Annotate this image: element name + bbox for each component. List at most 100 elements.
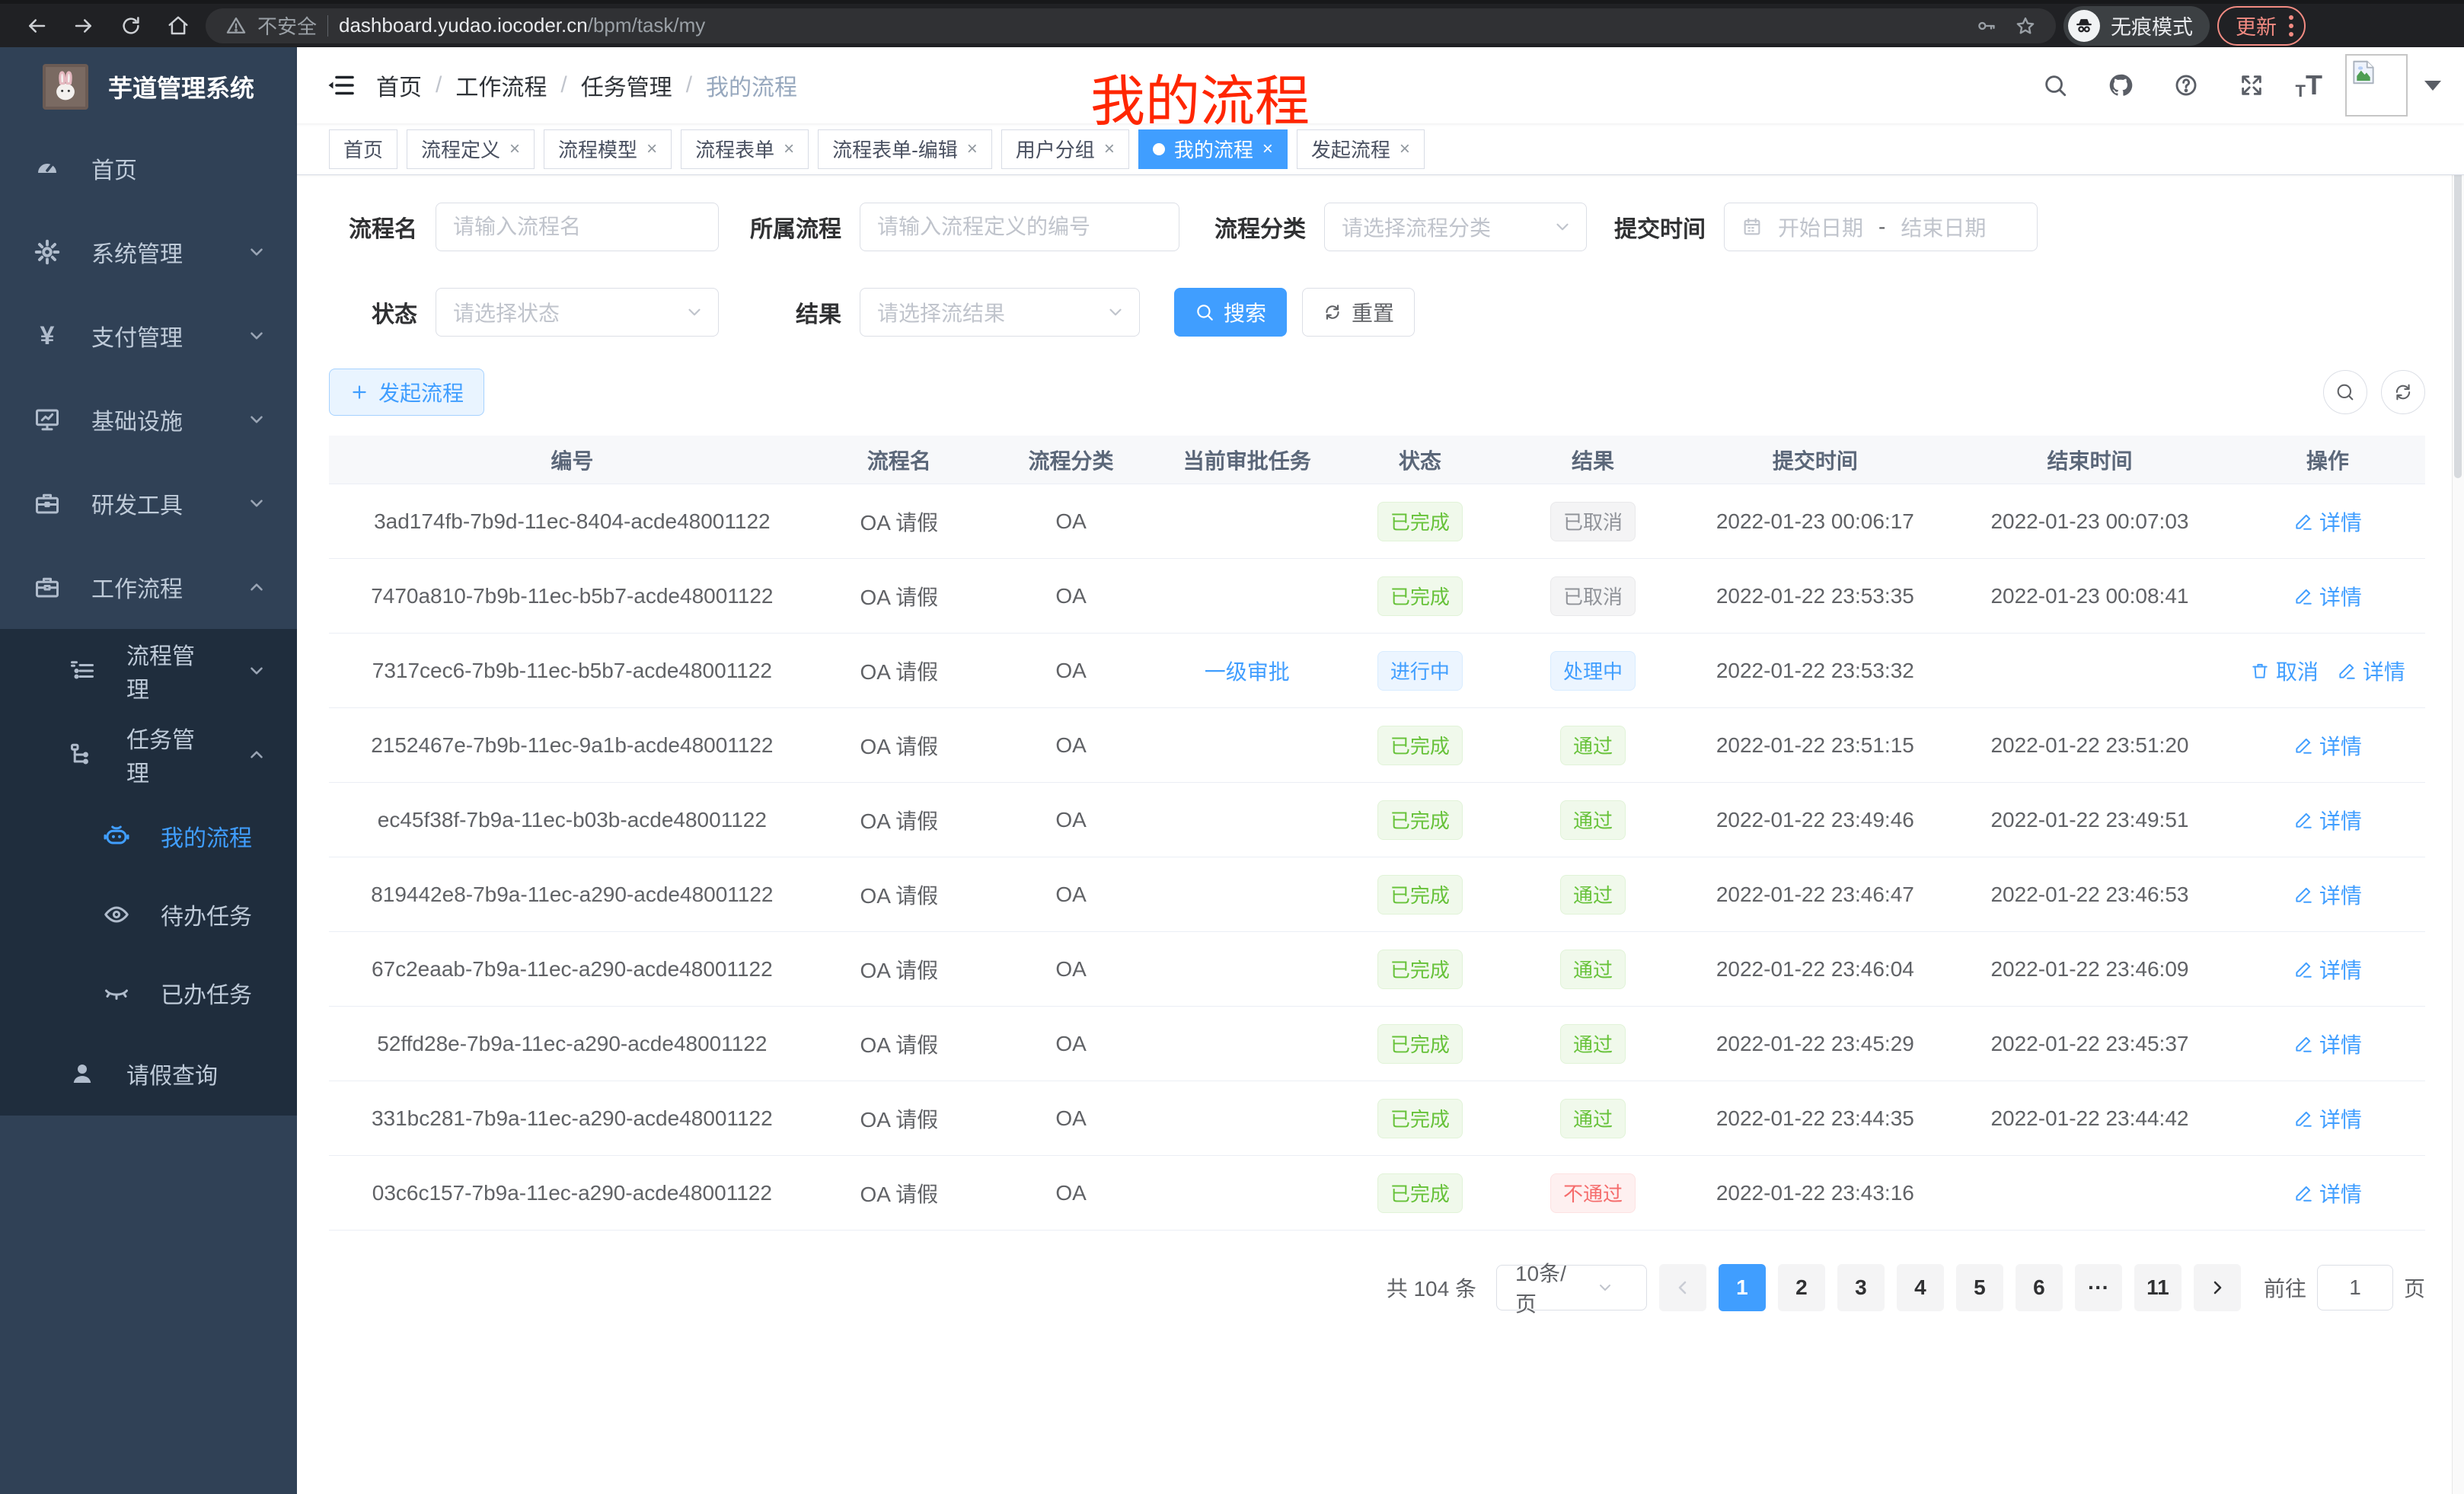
tab-home[interactable]: 首页 <box>329 129 397 169</box>
page-scrollbar[interactable] <box>2452 47 2464 1494</box>
sidebar-item-infra[interactable]: 基础设施 <box>0 378 297 461</box>
prev-page-button[interactable] <box>1659 1264 1706 1311</box>
close-icon[interactable]: × <box>967 140 978 158</box>
avatar[interactable] <box>2345 54 2441 117</box>
page-button-4[interactable]: 4 <box>1897 1264 1944 1311</box>
sidebar-item-process-mgmt[interactable]: 流程管理 <box>0 629 297 713</box>
submit-time-range-input[interactable]: 开始日期 - 结束日期 <box>1724 203 2038 251</box>
sidebar-item-leave-query[interactable]: 请假查询 <box>0 1032 297 1116</box>
detail-link[interactable]: 详情 <box>2293 581 2362 611</box>
url-bar[interactable]: 不安全 dashboard.yudao.iocoder.cn/bpm/task/… <box>206 8 2056 43</box>
app-logo[interactable]: 芋道管理系统 <box>0 47 297 126</box>
back-button[interactable] <box>17 6 56 46</box>
key-icon[interactable] <box>1975 15 1996 37</box>
result-badge: 通过 <box>1560 1024 1626 1064</box>
page-button-5[interactable]: 5 <box>1956 1264 2003 1311</box>
sidebar-item-pay[interactable]: ¥ 支付管理 <box>0 294 297 378</box>
tab-process-model[interactable]: 流程模型 × <box>544 129 672 169</box>
category-select[interactable]: 请选择流程分类 <box>1324 203 1587 251</box>
fullscreen-icon[interactable] <box>2230 64 2273 107</box>
tab-process-form-edit[interactable]: 流程表单-编辑× <box>818 129 992 169</box>
filter-row-1: 流程名 所属流程 流程分类 请选择流程分类 提交时间 开始日期 - 结束日期 <box>329 203 2425 251</box>
sidebar-item-todo-tasks[interactable]: 待办任务 <box>0 875 297 953</box>
update-button[interactable]: 更新 <box>2217 6 2306 46</box>
tab-label: 流程模型 <box>558 135 637 163</box>
collapse-sidebar-button[interactable] <box>317 61 365 110</box>
chevron-down-icon <box>247 242 267 262</box>
header-cell-end-time: 结束时间 <box>1949 445 2230 475</box>
table-refresh-button[interactable] <box>2381 370 2425 414</box>
result-select[interactable]: 请选择流结果 <box>860 288 1140 337</box>
detail-link[interactable]: 详情 <box>2293 730 2362 761</box>
chevron-down-icon[interactable] <box>2424 81 2441 91</box>
detail-link[interactable]: 详情 <box>2293 1029 2362 1059</box>
forward-button[interactable] <box>64 6 104 46</box>
github-icon[interactable] <box>2099 64 2142 107</box>
page-button-6[interactable]: 6 <box>2016 1264 2063 1311</box>
reset-button[interactable]: 重置 <box>1302 288 1415 337</box>
tab-process-form[interactable]: 流程表单× <box>681 129 809 169</box>
close-icon[interactable]: × <box>646 140 657 158</box>
chevron-down-icon <box>247 661 267 681</box>
process-name-label: 流程名 <box>329 210 436 244</box>
task-link[interactable]: 一级审批 <box>1205 656 1290 686</box>
cell-name: OA 请假 <box>815 730 983 761</box>
cancel-link[interactable]: 取消 <box>2250 656 2319 686</box>
sidebar-item-task-mgmt[interactable]: 任务管理 <box>0 713 297 796</box>
tabs-bar: 首页 流程定义× 流程模型 × 流程表单× 流程表单-编辑× 用户分组× 我的流程… <box>297 123 2464 175</box>
detail-link[interactable]: 详情 <box>2293 506 2362 537</box>
sidebar-item-devtools[interactable]: 研发工具 <box>0 461 297 545</box>
detail-link[interactable]: 详情 <box>2293 954 2362 985</box>
browser-menu-icon[interactable] <box>2289 15 2293 37</box>
sidebar-item-system[interactable]: 系统管理 <box>0 210 297 294</box>
tab-user-group[interactable]: 用户分组× <box>1001 129 1129 169</box>
status-select[interactable]: 请选择状态 <box>436 288 719 337</box>
search-icon[interactable] <box>2034 64 2076 107</box>
star-icon[interactable] <box>2015 15 2036 37</box>
sidebar-item-done-tasks[interactable]: 已办任务 <box>0 953 297 1032</box>
page-ellipsis[interactable]: ··· <box>2075 1264 2122 1311</box>
sidebar-item-home[interactable]: 首页 <box>0 126 297 210</box>
search-button[interactable]: 搜索 <box>1174 288 1287 337</box>
result-label: 结果 <box>719 295 860 329</box>
reload-button[interactable] <box>111 6 151 46</box>
home-button[interactable] <box>158 6 198 46</box>
incognito-badge[interactable]: 无痕模式 <box>2063 6 2210 46</box>
table-search-toggle-button[interactable] <box>2323 370 2367 414</box>
sidebar-item-my-process[interactable]: 我的流程 <box>0 796 297 875</box>
detail-link[interactable]: 详情 <box>2293 1103 2362 1134</box>
page-button-1[interactable]: 1 <box>1719 1264 1766 1311</box>
close-icon[interactable]: × <box>509 140 520 158</box>
breadcrumb-item-home[interactable]: 首页 <box>376 69 422 102</box>
process-name-input[interactable] <box>436 203 719 251</box>
detail-link[interactable]: 详情 <box>2293 879 2362 910</box>
page-size-select[interactable]: 10条/页 <box>1496 1265 1647 1310</box>
font-size-icon[interactable]: TT <box>2296 69 2322 101</box>
close-icon[interactable]: × <box>784 140 794 158</box>
next-page-button[interactable] <box>2194 1264 2241 1311</box>
page-button-2[interactable]: 2 <box>1778 1264 1825 1311</box>
breadcrumb-item-workflow[interactable]: 工作流程 <box>455 69 547 102</box>
result-badge: 通过 <box>1560 875 1626 915</box>
help-icon[interactable] <box>2165 64 2207 107</box>
close-icon[interactable]: × <box>1262 140 1273 158</box>
sidebar-item-workflow[interactable]: 工作流程 <box>0 545 297 629</box>
table-row: 7470a810-7b9b-11ec-b5b7-acde48001122 OA … <box>329 559 2425 634</box>
cell-submit-time: 2022-01-22 23:53:35 <box>1681 584 1949 608</box>
security-warning-icon[interactable] <box>225 15 247 37</box>
page-button-3[interactable]: 3 <box>1837 1264 1885 1311</box>
breadcrumb-item-task-mgmt[interactable]: 任务管理 <box>581 69 672 102</box>
tab-my-process[interactable]: 我的流程× <box>1138 129 1288 169</box>
page-button-11[interactable]: 11 <box>2134 1264 2182 1311</box>
close-icon[interactable]: × <box>1400 140 1410 158</box>
tab-start-process[interactable]: 发起流程× <box>1297 129 1425 169</box>
detail-link[interactable]: 详情 <box>2337 656 2405 686</box>
cell-name: OA 请假 <box>815 879 983 910</box>
detail-link[interactable]: 详情 <box>2293 1178 2362 1208</box>
detail-link[interactable]: 详情 <box>2293 805 2362 835</box>
owner-process-input[interactable] <box>860 203 1179 251</box>
tab-process-definition[interactable]: 流程定义× <box>407 129 535 169</box>
create-process-button[interactable]: 发起流程 <box>329 369 484 416</box>
close-icon[interactable]: × <box>1104 140 1115 158</box>
goto-page-input[interactable] <box>2317 1265 2393 1310</box>
